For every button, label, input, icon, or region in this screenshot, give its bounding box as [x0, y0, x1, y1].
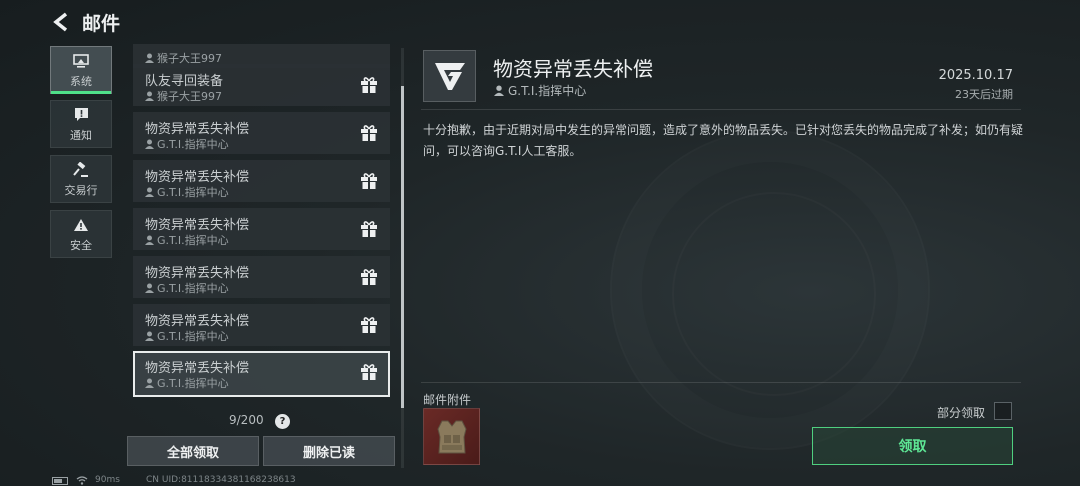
- mail-detail-title: 物资异常丢失补偿: [493, 57, 653, 81]
- tab-label: 安全: [70, 238, 92, 252]
- mail-title: 物资异常丢失补偿: [145, 266, 250, 281]
- mail-sender: G.T.I.指挥中心: [145, 184, 229, 200]
- mail-title: 队友寻回装备: [145, 74, 224, 89]
- mail-sender: G.T.I.指挥中心: [145, 375, 229, 391]
- gift-icon: [361, 269, 377, 285]
- person-icon: [145, 378, 154, 388]
- mail-title: 物资异常丢失补偿: [145, 361, 250, 376]
- mail-sender: G.T.I.指挥中心: [145, 136, 229, 152]
- gavel-icon: [73, 161, 89, 179]
- gti-logo-icon: [434, 63, 465, 90]
- claim-all-button[interactable]: 全部领取: [127, 436, 259, 466]
- partial-claim-checkbox[interactable]: [994, 402, 1012, 420]
- tab-notice[interactable]: 通知: [50, 100, 112, 148]
- delete-read-button[interactable]: 删除已读: [263, 436, 395, 466]
- partial-claim-label: 部分领取: [937, 406, 986, 420]
- tab-label: 系统: [70, 74, 92, 88]
- back-button[interactable]: [48, 9, 76, 35]
- person-icon: [145, 187, 154, 197]
- divider: [421, 109, 1021, 110]
- gift-icon: [361, 221, 377, 237]
- armor-vest-icon: [436, 420, 467, 453]
- gift-icon: [361, 317, 377, 333]
- sender-logo: [423, 50, 476, 102]
- alert-message-icon: [74, 106, 89, 124]
- mail-title: 物资异常丢失补偿: [145, 170, 250, 185]
- tab-trading[interactable]: 交易行: [50, 155, 112, 203]
- status-bar: 90ms CN UID:8111833438116823861​3: [0, 474, 1080, 486]
- monitor-icon: [73, 52, 89, 70]
- mail-item[interactable]: 物资异常丢失补偿 G.T.I.指挥中心: [133, 208, 390, 250]
- back-arrow-icon: [53, 12, 68, 32]
- mail-item[interactable]: 物资异常丢失补偿 G.T.I.指挥中心: [133, 112, 390, 154]
- person-icon: [145, 331, 154, 341]
- mail-title: 物资异常丢失补偿: [145, 218, 250, 233]
- header: 邮件: [0, 0, 1080, 44]
- tab-label: 通知: [70, 128, 92, 142]
- mail-date: 2025.10.17: [938, 68, 1013, 83]
- page-title: 邮件: [82, 13, 121, 35]
- mail-list[interactable]: 猴子大王997 队友寻回装备 猴子大王997 物资异常丢失补偿 G.T.I.指挥…: [131, 44, 392, 400]
- mail-item-selected[interactable]: 物资异常丢失补偿 G.T.I.指挥中心: [133, 351, 390, 397]
- person-icon: [145, 53, 154, 63]
- person-icon: [145, 139, 154, 149]
- mail-title: 物资异常丢失补偿: [145, 314, 250, 329]
- mail-item[interactable]: 队友寻回装备 猴子大王997: [133, 64, 390, 106]
- wifi-icon: [76, 476, 88, 486]
- mail-sender: 猴子大王997: [145, 88, 222, 104]
- list-scrollbar-thumb[interactable]: [401, 86, 404, 408]
- mail-item[interactable]: 物资异常丢失补偿 G.T.I.指挥中心: [133, 304, 390, 346]
- background-emblem: [610, 130, 930, 450]
- mail-sender: G.T.I.指挥中心: [145, 232, 229, 248]
- mail-sender: G.T.I.指挥中心: [145, 280, 229, 296]
- attachment-label: 邮件附件: [423, 393, 472, 407]
- mail-body: 十分抱歉，由于近期对局中发生的异常问题，造成了意外的物品丢失。已针对您丢失的物品…: [423, 123, 1024, 158]
- person-icon: [494, 85, 504, 96]
- tab-label: 交易行: [64, 183, 98, 197]
- mail-item[interactable]: 物资异常丢失补偿 G.T.I.指挥中心: [133, 160, 390, 202]
- ping-readout: 90ms: [95, 475, 120, 485]
- mail-item[interactable]: 物资异常丢失补偿 G.T.I.指挥中心: [133, 256, 390, 298]
- gift-icon: [361, 364, 377, 380]
- attachment-item[interactable]: [423, 408, 480, 465]
- gift-icon: [361, 77, 377, 93]
- divider: [421, 382, 1021, 383]
- mail-count: 9/200: [229, 413, 264, 427]
- warning-triangle-icon: [73, 216, 89, 234]
- claim-button[interactable]: 领取: [812, 427, 1013, 465]
- user-uid: CN UID:8111833438116823861​3: [146, 475, 296, 485]
- person-icon: [145, 235, 154, 245]
- mail-detail-sender: G.T.I.指挥中心: [494, 82, 586, 99]
- mail-title: 物资异常丢失补偿: [145, 122, 250, 137]
- mail-sender: G.T.I.指挥中心: [145, 328, 229, 344]
- help-button[interactable]: ?: [275, 414, 290, 429]
- battery-icon: [52, 477, 68, 485]
- person-icon: [145, 91, 154, 101]
- person-icon: [145, 283, 154, 293]
- tab-system[interactable]: 系统: [50, 46, 112, 94]
- mail-expire: 23天后过期: [955, 88, 1013, 101]
- gift-icon: [361, 125, 377, 141]
- tab-security[interactable]: 安全: [50, 210, 112, 258]
- gift-icon: [361, 173, 377, 189]
